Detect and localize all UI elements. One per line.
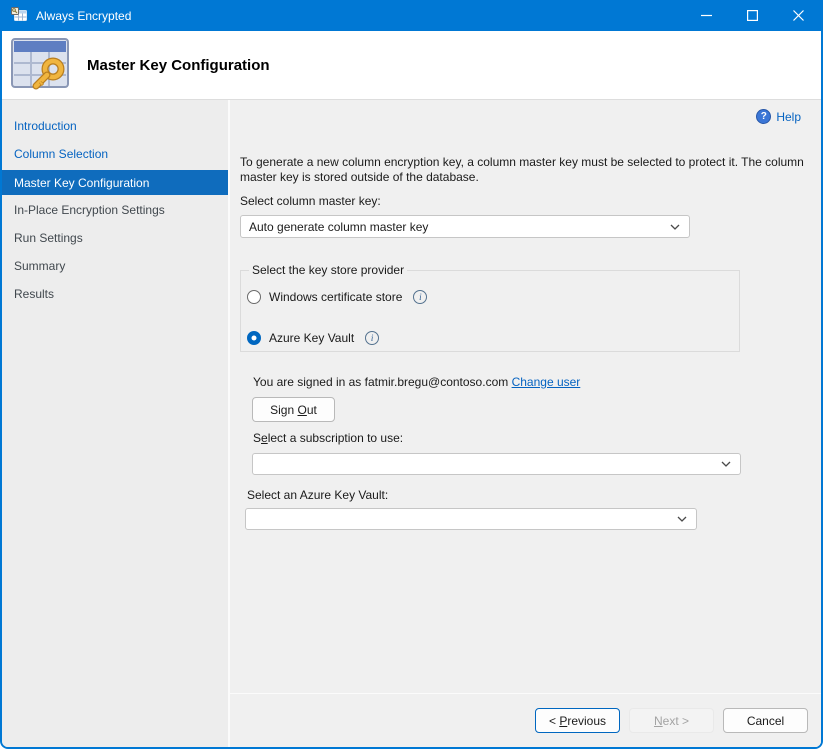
window-title: Always Encrypted [36, 9, 131, 23]
subscription-label: Select a subscription to use: [253, 431, 403, 445]
sidebar-item-master-key-configuration[interactable]: Master Key Configuration [2, 170, 228, 195]
signed-in-email: fatmir.bregu@contoso.com [365, 375, 509, 389]
change-user-link[interactable]: Change user [512, 375, 581, 389]
always-encrypted-window: Always Encrypted [0, 0, 823, 749]
key-vault-label: Select an Azure Key Vault: [247, 488, 388, 502]
next-button: Next > [629, 708, 714, 733]
sign-out-button[interactable]: Sign Out [252, 397, 335, 422]
radio-windows-certificate-store[interactable]: Windows certificate store i [247, 287, 739, 307]
content-area: Introduction Column Selection Master Key… [2, 100, 821, 747]
cancel-button[interactable]: Cancel [723, 708, 808, 733]
sidebar-item-results: Results [2, 280, 228, 308]
window-controls [683, 0, 821, 31]
sidebar-item-introduction[interactable]: Introduction [2, 112, 228, 140]
chevron-down-icon [670, 224, 680, 230]
radio-icon [247, 331, 261, 345]
footer-bar: < Previous Next > Cancel [230, 693, 821, 747]
sidebar-item-column-selection[interactable]: Column Selection [2, 140, 228, 168]
intro-text: To generate a new column encryption key,… [240, 155, 808, 185]
close-button[interactable] [775, 0, 821, 31]
signed-in-prefix: You are signed in as [253, 375, 361, 389]
column-master-key-value: Auto generate column master key [249, 220, 428, 234]
wizard-steps-sidebar: Introduction Column Selection Master Key… [2, 100, 230, 747]
page-title: Master Key Configuration [87, 57, 270, 74]
radio-azure-key-vault[interactable]: Azure Key Vault i [247, 328, 739, 348]
table-key-icon [10, 36, 74, 94]
key-store-provider-group: Select the key store provider Windows ce… [240, 263, 740, 352]
subscription-dropdown[interactable] [252, 453, 741, 475]
help-icon: ? [756, 109, 771, 124]
column-master-key-dropdown[interactable]: Auto generate column master key [240, 215, 690, 238]
help-link[interactable]: ? Help [756, 109, 801, 124]
chevron-down-icon [677, 516, 687, 522]
key-vault-dropdown[interactable] [245, 508, 697, 530]
titlebar[interactable]: Always Encrypted [2, 0, 821, 31]
radio-label: Windows certificate store [269, 290, 402, 304]
info-icon[interactable]: i [365, 331, 379, 345]
radio-icon [247, 290, 261, 304]
sidebar-item-run-settings: Run Settings [2, 224, 228, 252]
maximize-button[interactable] [729, 0, 775, 31]
app-icon [11, 7, 28, 24]
wizard-header: Master Key Configuration [2, 31, 821, 100]
radio-label: Azure Key Vault [269, 331, 354, 345]
signed-in-status: You are signed in as fatmir.bregu@contos… [253, 375, 580, 389]
previous-button[interactable]: < Previous [535, 708, 620, 733]
main-panel: ? Help To generate a new column encrypti… [230, 100, 821, 747]
info-icon[interactable]: i [413, 290, 427, 304]
sidebar-item-summary: Summary [2, 252, 228, 280]
sidebar-item-in-place-encryption-settings: In-Place Encryption Settings [2, 196, 228, 224]
key-store-provider-legend: Select the key store provider [249, 263, 407, 277]
column-master-key-label: Select column master key: [240, 194, 381, 208]
minimize-button[interactable] [683, 0, 729, 31]
chevron-down-icon [721, 461, 731, 467]
help-label: Help [776, 110, 801, 124]
